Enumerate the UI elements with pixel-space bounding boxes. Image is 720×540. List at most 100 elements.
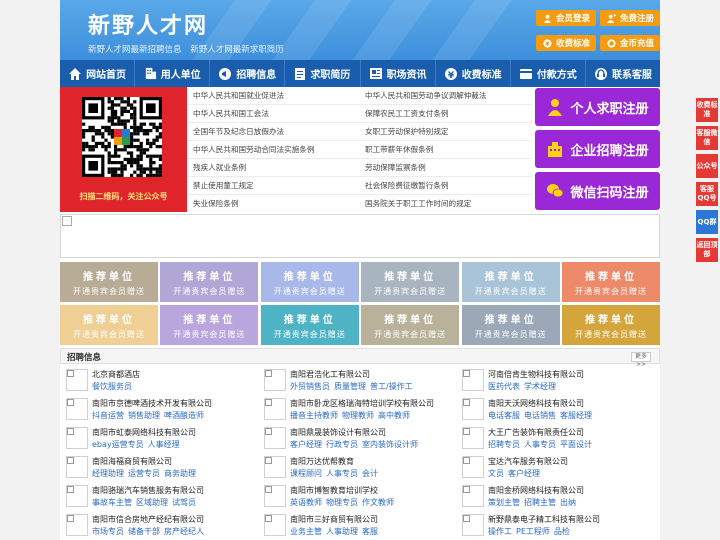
law-link[interactable]: 失业保险条例 [193,198,239,209]
personal-register-button[interactable]: 个人求职注册 [535,88,660,126]
company-name[interactable]: 南阳市卧龙区格瑞海特培训学校有限公司 [290,398,434,409]
law-link[interactable]: 中华人民共和国工会法 [193,108,269,119]
slogan-latest-jobs[interactable]: 新野人才网最新招聘信息 [88,45,182,55]
company-name[interactable]: 南阳天沃网络科技有限公司 [488,398,584,409]
nav-news[interactable]: 职场资讯 [361,60,436,87]
law-link[interactable]: 社会保险费征缴暂行条例 [365,180,449,191]
company-logo[interactable] [264,485,286,507]
company-logo[interactable] [462,398,484,420]
jobs-more-link[interactable]: 更多>> [631,352,651,368]
job-link[interactable]: 市场专员 [92,527,124,536]
job-link[interactable]: 抖音运营 [92,411,124,420]
job-link[interactable]: 学术经理 [524,382,556,391]
coin-recharge-button[interactable]: 金币充值 [600,35,660,51]
recommend-unit-tile[interactable]: 推荐单位 开通贵宾会员赠送 [160,305,259,345]
law-link[interactable]: 中华人民共和国就业促进法 [193,90,284,101]
job-link[interactable]: 储备干部 [128,527,160,536]
company-name[interactable]: 河南倍肯生物科技有限公司 [488,369,584,380]
job-link[interactable]: ebay运营专员 [92,440,144,449]
job-link[interactable]: 业务主管 [290,527,322,536]
member-login-button[interactable]: 会员登录 [536,10,597,26]
job-link[interactable]: 人事专员 [326,469,358,478]
recommend-unit-tile[interactable]: 推荐单位 开通贵宾会员赠送 [562,305,660,345]
company-name[interactable]: 南阳市京德啤酒技术开发有限公司 [92,398,212,409]
job-link[interactable]: 客服 [362,527,378,536]
job-link[interactable]: 质量管理 [334,382,366,391]
job-link[interactable]: 人事专员 [524,440,556,449]
company-name[interactable]: 大王广告装饰有限责任公司 [488,427,584,438]
job-link[interactable]: PE工程师 [516,527,550,536]
nav-resumes[interactable]: 求职简历 [285,60,361,87]
job-link[interactable]: 医药代表 [488,382,520,391]
nav-employers[interactable]: 用人单位 [135,60,211,87]
company-name[interactable]: 南阳市三好商贸有限公司 [290,514,378,525]
job-link[interactable]: 事故车主管 [92,498,132,507]
job-link[interactable]: 室内装饰设计师 [362,440,418,449]
company-logo[interactable] [264,514,286,536]
float-bar-item[interactable]: 公众号 [696,154,718,178]
job-link[interactable]: 出纳 [560,498,576,507]
job-link[interactable]: 客户经理 [508,469,540,478]
recommend-unit-tile[interactable]: 推荐单位 开通贵宾会员赠送 [361,305,460,345]
job-link[interactable]: 操作工 [488,527,512,536]
company-name[interactable]: 南阳海福商贸有限公司 [92,456,172,467]
job-link[interactable]: 人事经理 [148,440,180,449]
job-link[interactable]: 经理助理 [92,469,124,478]
company-name[interactable]: 南阳市信合房地产经纪有限公司 [92,514,204,525]
company-name[interactable]: 南阳市博智教育培训学校 [290,485,378,496]
job-link[interactable]: 平面设计 [560,440,592,449]
float-bar-item[interactable]: QQ群 [696,210,718,234]
company-name[interactable]: 宝达汽车服务有限公司 [488,456,568,467]
job-link[interactable]: 电话销售 [524,411,556,420]
recommend-unit-tile[interactable]: 推荐单位 开通贵宾会员赠送 [260,262,359,302]
company-logo[interactable] [66,398,88,420]
law-link[interactable]: 禁止使用童工规定 [193,180,254,191]
site-logo[interactable]: 新野人才网 [88,8,208,40]
nav-jobs[interactable]: 招聘信息 [210,60,286,87]
job-link[interactable]: 文员 [488,469,504,478]
job-link[interactable]: 行政专员 [326,440,358,449]
company-name[interactable]: 北京商都酒店 [92,369,140,380]
job-link[interactable]: 招聘专员 [488,440,520,449]
law-link[interactable]: 职工带薪年休假条例 [365,144,433,155]
float-bar-item[interactable]: 客服微信 [696,126,718,150]
company-logo[interactable] [462,514,484,536]
job-link[interactable]: 销售助理 [128,411,160,420]
company-name[interactable]: 南阳君浩化工有限公司 [290,369,370,380]
float-bar-item[interactable]: 收费标准 [696,98,718,122]
law-link[interactable]: 中华人民共和国劳动争议调解仲裁法 [365,90,487,101]
company-logo[interactable] [462,456,484,478]
law-link[interactable]: 劳动保障监察条例 [365,162,426,173]
float-bar-item[interactable]: 客服QQ号 [696,182,718,206]
recommend-unit-tile[interactable]: 推荐单位 开通贵宾会员赠送 [461,305,560,345]
company-register-button[interactable]: 企业招聘注册 [535,130,660,168]
ad-banner[interactable] [60,214,660,258]
job-link[interactable]: 播音主持教师 [290,411,338,420]
company-name[interactable]: 南阳万达优帮教育 [290,456,354,467]
recommend-unit-tile[interactable]: 推荐单位 开通贵宾会员赠送 [461,262,560,302]
float-bar-item[interactable]: 返回顶部 [696,238,718,262]
slogan-latest-resumes[interactable]: 新野人才网最新求职简历 [190,45,284,55]
job-link[interactable]: 区域助理 [136,498,168,507]
job-link[interactable]: 物理教师 [342,411,374,420]
company-name[interactable]: 新野鼎泰电子精工科技有限公司 [488,514,600,525]
recommend-unit-tile[interactable]: 推荐单位 开通贵宾会员赠送 [160,262,259,302]
nav-pricing[interactable]: ¥ 收费标准 [436,60,511,87]
job-link[interactable]: 客户经理 [290,440,322,449]
job-link[interactable]: 餐饮服务员 [92,382,132,391]
job-link[interactable]: 电话客服 [488,411,520,420]
company-logo[interactable] [66,514,88,536]
company-name[interactable]: 南阳市虹泰网络科技有限公司 [92,427,196,438]
free-register-button[interactable]: 免费注册 [600,10,660,26]
company-name[interactable]: 南阳鼎晟装饰设计有限公司 [290,427,386,438]
company-logo[interactable] [462,427,484,449]
law-link[interactable]: 国务院关于职工工作时间的规定 [365,198,471,209]
recommend-unit-tile[interactable]: 推荐单位 开通贵宾会员赠送 [361,262,460,302]
job-link[interactable]: 运营专员 [128,469,160,478]
company-logo[interactable] [66,485,88,507]
law-link[interactable]: 保障农民工工资支付条例 [365,108,449,119]
law-link[interactable]: 残疾人就业条例 [193,162,246,173]
company-name[interactable]: 南阳骆瑞汽车销售服务有限公司 [92,485,204,496]
recommend-unit-tile[interactable]: 推荐单位 开通贵宾会员赠送 [562,262,660,302]
job-link[interactable]: 招聘主管 [524,498,556,507]
